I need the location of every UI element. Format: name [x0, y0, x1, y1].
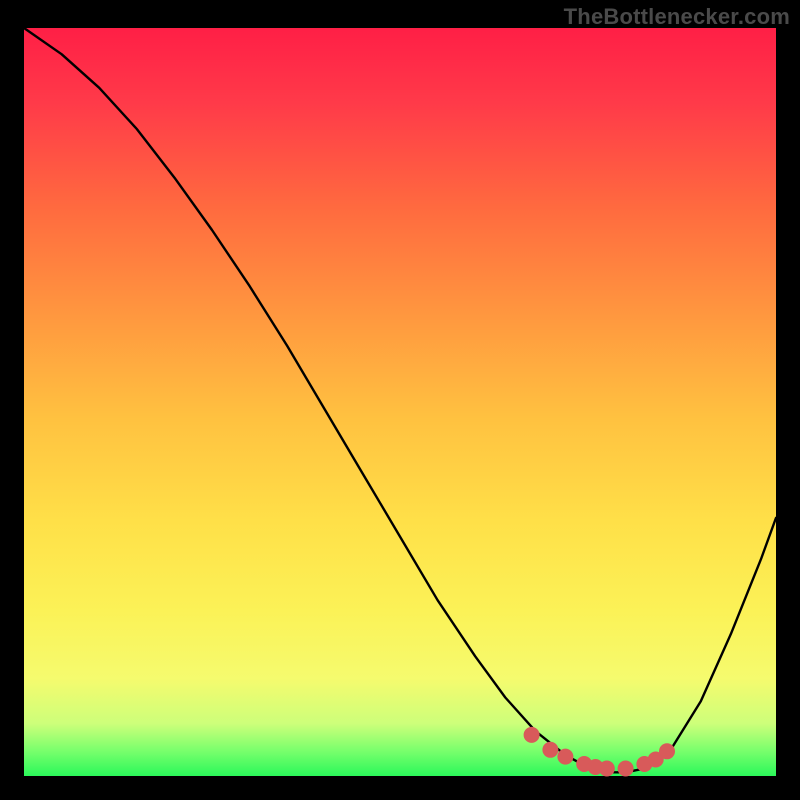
- threshold-dot: [659, 743, 675, 759]
- watermark-text: TheBottlenecker.com: [564, 4, 790, 30]
- threshold-dot: [618, 761, 634, 777]
- chart-svg: [0, 0, 800, 800]
- threshold-dot: [542, 742, 558, 758]
- chart-stage: TheBottlenecker.com: [0, 0, 800, 800]
- threshold-dot: [557, 749, 573, 765]
- threshold-dot: [599, 761, 615, 777]
- plot-background: [24, 28, 776, 776]
- threshold-dot: [524, 727, 540, 743]
